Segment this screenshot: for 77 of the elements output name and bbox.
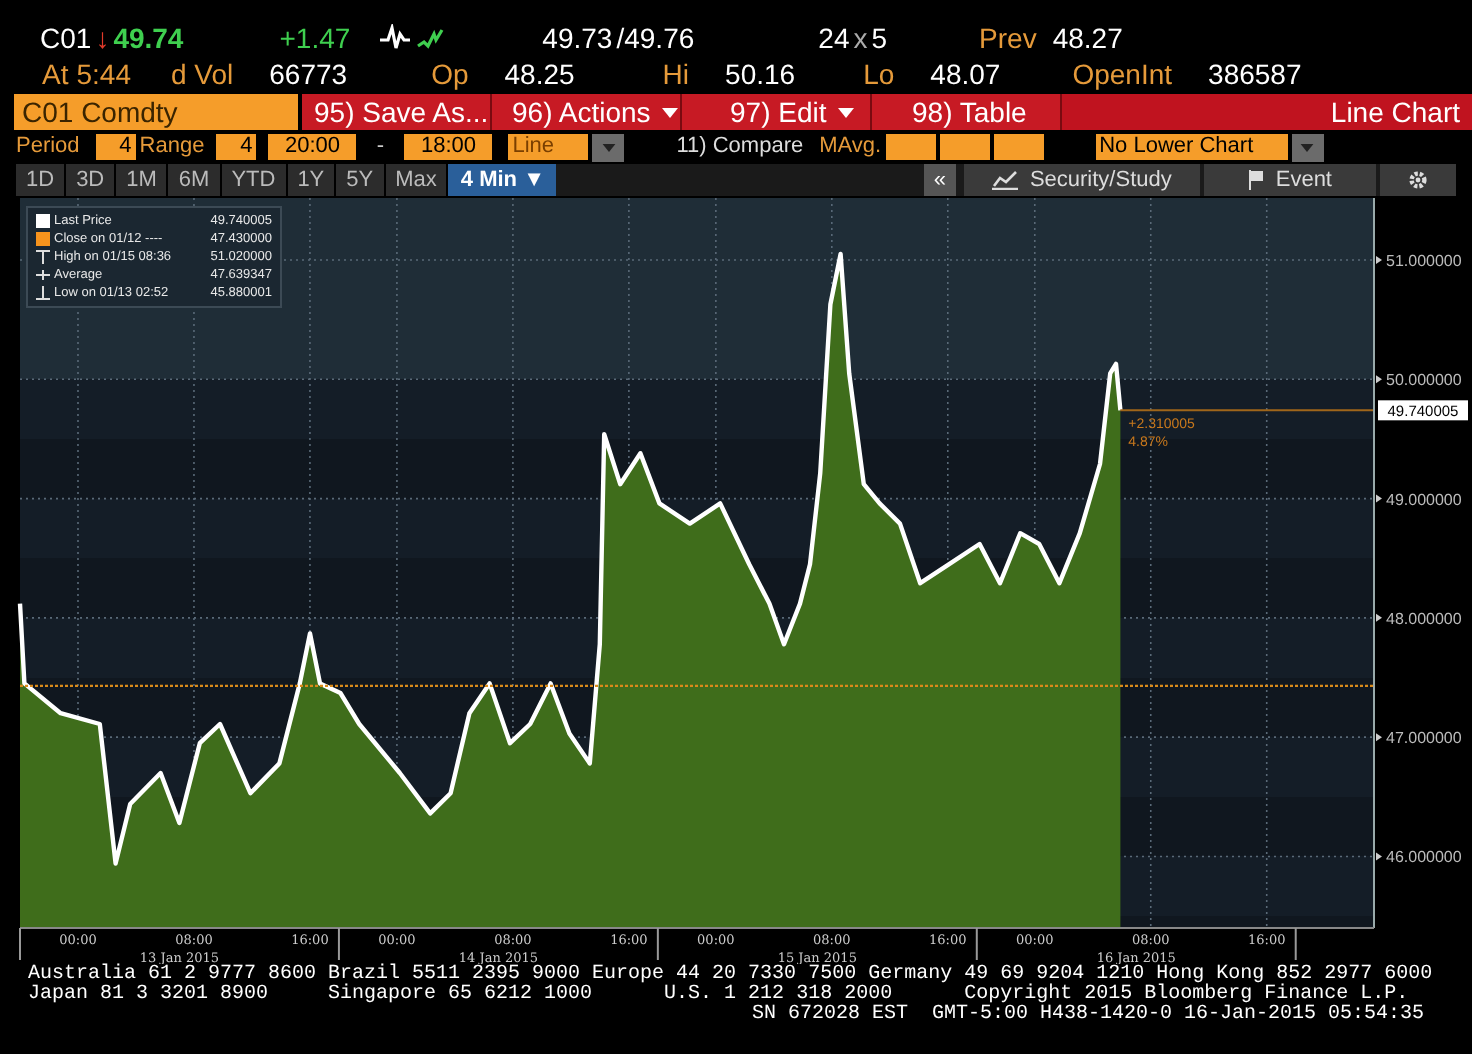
security-field[interactable]: C01 Comdty bbox=[14, 94, 298, 130]
y-axis-label: 50.000000 bbox=[1386, 371, 1462, 390]
range-tab[interactable]: 1M bbox=[116, 164, 169, 196]
bid-price: 49.73 bbox=[542, 24, 613, 52]
menu-button[interactable]: 97) Edit bbox=[682, 94, 872, 130]
ask-price: /49.76 bbox=[616, 24, 695, 52]
price-change: +1.47 bbox=[279, 24, 351, 52]
high-marker-icon bbox=[36, 250, 50, 264]
range-label: Range bbox=[139, 136, 205, 158]
y-axis-label: 49.000000 bbox=[1386, 490, 1462, 509]
bid-size: 24 bbox=[818, 24, 850, 52]
quote-value: 48.25 bbox=[504, 60, 575, 88]
mavg-field[interactable] bbox=[885, 134, 936, 160]
menu-button[interactable]: 95) Save As... bbox=[302, 94, 492, 130]
prev-price: 48.27 bbox=[1052, 24, 1123, 52]
range-tab[interactable]: 1D bbox=[16, 164, 67, 196]
quote-value: 48.07 bbox=[930, 60, 1001, 88]
flag-icon bbox=[1247, 170, 1264, 190]
y-axis-label: 47.000000 bbox=[1386, 729, 1462, 748]
range-field[interactable]: 4 bbox=[216, 134, 257, 160]
range-tab[interactable]: 1Y bbox=[287, 164, 337, 196]
quote-value: 50.16 bbox=[725, 60, 796, 88]
quote-value: 386587 bbox=[1208, 60, 1302, 88]
mavg-field[interactable] bbox=[939, 134, 990, 160]
mavg-label: MAvg. bbox=[819, 136, 882, 158]
sparkline-icon bbox=[378, 24, 447, 52]
compare-link[interactable]: 11) Compare bbox=[676, 136, 804, 158]
color-swatch bbox=[36, 214, 50, 228]
range-tab[interactable]: YTD bbox=[221, 164, 288, 196]
dropdown-button[interactable] bbox=[592, 133, 625, 161]
y-axis-label: 48.000000 bbox=[1386, 609, 1462, 628]
chart-icon bbox=[991, 170, 1018, 190]
start-time-field[interactable]: 20:00 bbox=[268, 134, 357, 160]
last-price: 49.74 bbox=[113, 24, 184, 52]
range-tab[interactable]: 6M bbox=[168, 164, 222, 196]
quote-label: d Vol bbox=[170, 60, 234, 88]
quote-value: 66773 bbox=[269, 60, 348, 88]
security-study-button[interactable]: Security/Study bbox=[963, 164, 1200, 196]
y-axis-label: 46.000000 bbox=[1386, 848, 1462, 867]
range-tab[interactable]: 3D bbox=[66, 164, 117, 196]
menu-button[interactable]: 96) Actions bbox=[492, 94, 682, 130]
caret-icon bbox=[1300, 143, 1315, 151]
settings-icon bbox=[1408, 170, 1428, 190]
period-label: Period bbox=[16, 136, 80, 158]
menu-button[interactable]: 98) Table bbox=[872, 94, 1062, 130]
range-tab[interactable]: 5Y bbox=[336, 164, 386, 196]
quote-label: OpenInt bbox=[1072, 60, 1173, 88]
caret-icon bbox=[601, 143, 616, 151]
footer-text: SN 672028 EST GMT-5:00 H438-1420-0 16-Jan-2015 05:54:35 bbox=[752, 1006, 1425, 1026]
size-separator: x bbox=[853, 24, 868, 52]
event-button[interactable]: Event bbox=[1203, 164, 1376, 196]
quote-label: Lo bbox=[863, 60, 895, 88]
quote-label: Op bbox=[431, 60, 469, 88]
quote-label: Hi bbox=[662, 60, 690, 88]
prev-label: Prev bbox=[979, 24, 1037, 52]
footer-text: Japan 81 3 3201 8900 Singapore 65 6212 1000 U.S. 1 212 318 2000 Copyright 2015 Bloomberg Finance L.P. bbox=[28, 986, 1409, 1006]
settings-button[interactable] bbox=[1380, 164, 1456, 196]
ask-size: 5 bbox=[871, 24, 888, 52]
collapse-button[interactable]: « bbox=[923, 164, 956, 196]
window-title: Line Chart bbox=[1330, 98, 1462, 126]
down-arrow: ↓ bbox=[95, 24, 110, 52]
range-tab[interactable]: Max bbox=[385, 164, 449, 196]
end-time-field[interactable]: 18:00 bbox=[404, 134, 493, 160]
dropdown-button[interactable] bbox=[1291, 133, 1324, 161]
footer-text: Australia 61 2 9777 8600 Brazil 5511 2395 9000 Europe 44 20 7330 7500 Germany 49 69 9204 1210 Hong Kong 852 2977 6000 bbox=[28, 966, 1433, 986]
quote-value: 5:44 bbox=[76, 60, 131, 88]
period-field[interactable]: 4 bbox=[95, 134, 136, 160]
average-marker-icon bbox=[36, 268, 50, 282]
ticker-symbol: C01 bbox=[40, 24, 92, 52]
quote-label: At bbox=[42, 60, 69, 88]
range-dash: - bbox=[374, 136, 387, 158]
low-marker-icon bbox=[36, 286, 50, 300]
range-tab[interactable]: 4 Min ▼ bbox=[448, 164, 557, 196]
lower-chart-dropdown[interactable]: No Lower Chart bbox=[1095, 134, 1288, 160]
mavg-field[interactable] bbox=[993, 134, 1044, 160]
chart-style-dropdown[interactable]: Line bbox=[508, 134, 589, 160]
y-axis-label: 51.000000 bbox=[1386, 252, 1462, 271]
